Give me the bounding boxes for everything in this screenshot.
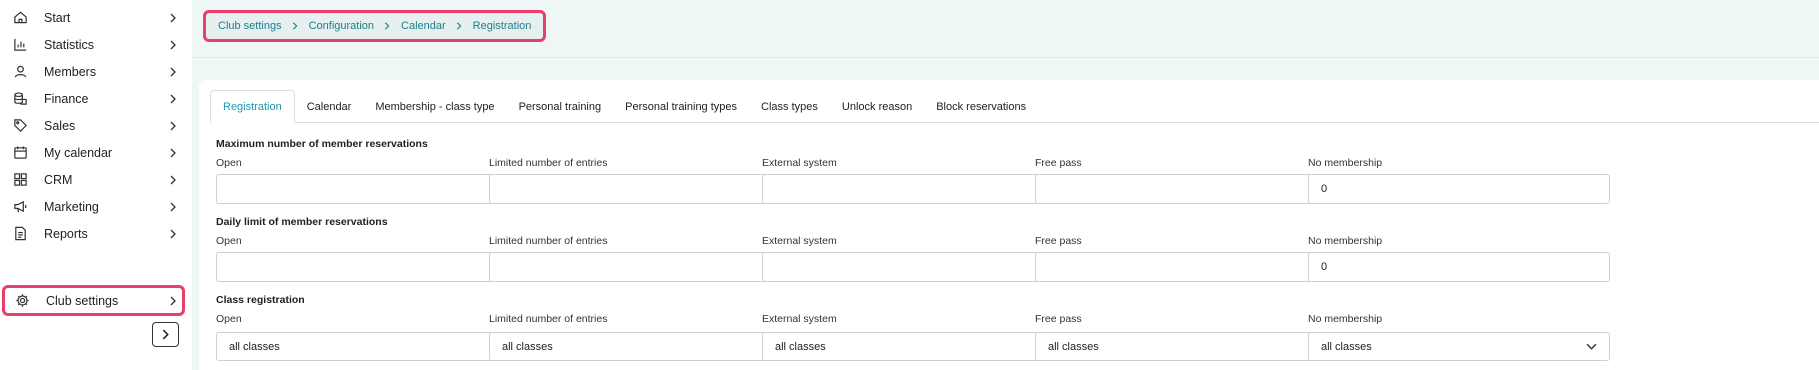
- chevron-right-icon: [168, 202, 178, 212]
- select-value: all classes: [229, 340, 280, 353]
- bar-chart-icon: [12, 37, 28, 53]
- class-registration-open-select[interactable]: all classes: [216, 332, 518, 361]
- breadcrumb-item[interactable]: Club settings: [218, 20, 282, 32]
- field-label: No membership: [1308, 313, 1383, 325]
- chevron-right-icon: [383, 22, 392, 31]
- tab-class-types[interactable]: Class types: [749, 90, 830, 123]
- class-registration-limited-select[interactable]: all classes: [489, 332, 791, 361]
- field-label: External system: [762, 235, 837, 247]
- daily-limit-external-input[interactable]: [762, 252, 1064, 282]
- field-label: No membership: [1308, 157, 1383, 169]
- daily-limit-free-pass-input[interactable]: [1035, 252, 1337, 282]
- chevron-down-icon: [1586, 341, 1597, 352]
- sidebar-item-label: My calendar: [44, 145, 113, 160]
- document-icon: [12, 226, 28, 242]
- chevron-right-icon: [162, 329, 169, 340]
- field-label: Limited number of entries: [489, 235, 608, 247]
- class-registration-external-select[interactable]: all classes: [762, 332, 1064, 361]
- chevron-right-icon: [168, 40, 178, 50]
- field-label: External system: [762, 157, 837, 169]
- max-reservations-external-input[interactable]: [762, 174, 1064, 204]
- max-reservations-open-input[interactable]: [216, 174, 518, 204]
- tab-membership-class-type[interactable]: Membership - class type: [363, 90, 506, 123]
- sidebar-item-label: Statistics: [44, 37, 95, 52]
- main-content: Club settings Configuration Calendar Reg…: [192, 0, 1819, 370]
- sidebar-item-label: Finance: [44, 91, 89, 106]
- max-reservations-limited-input[interactable]: [489, 174, 791, 204]
- select-value: all classes: [1048, 340, 1099, 353]
- sidebar-item-label: Start: [44, 10, 71, 25]
- field-label: Open: [216, 157, 242, 169]
- chevron-right-icon: [168, 148, 178, 158]
- select-value: all classes: [775, 340, 826, 353]
- select-value: all classes: [1321, 340, 1372, 353]
- field-label: Open: [216, 313, 242, 325]
- sidebar-item-label: CRM: [44, 172, 73, 187]
- chevron-right-icon: [455, 22, 464, 31]
- section-title: Daily limit of member reservations: [216, 216, 388, 228]
- tab-block-reservations[interactable]: Block reservations: [924, 90, 1038, 123]
- chevron-right-icon: [168, 175, 178, 185]
- tab-bar: Registration Calendar Membership - class…: [210, 90, 1038, 123]
- sidebar-item-club-settings[interactable]: Club settings: [2, 285, 185, 316]
- tag-icon: [12, 118, 28, 134]
- chevron-right-icon: [168, 67, 178, 77]
- chevron-right-icon: [168, 13, 178, 23]
- chevron-right-icon: [168, 296, 178, 306]
- field-label: External system: [762, 313, 837, 325]
- chevron-right-icon: [168, 121, 178, 131]
- chevron-right-icon: [291, 22, 300, 31]
- gear-icon: [14, 293, 30, 309]
- breadcrumb: Club settings Configuration Calendar Reg…: [203, 10, 547, 42]
- daily-limit-no-membership-input[interactable]: 0: [1308, 252, 1610, 282]
- field-label: Free pass: [1035, 235, 1082, 247]
- calendar-icon: [12, 145, 28, 161]
- field-label: Limited number of entries: [489, 157, 608, 169]
- field-label: Open: [216, 235, 242, 247]
- tab-personal-training-types[interactable]: Personal training types: [613, 90, 749, 123]
- section-title: Maximum number of member reservations: [216, 138, 428, 150]
- sidebar-item-label: Members: [44, 64, 97, 79]
- top-bar: Club settings Configuration Calendar Reg…: [192, 0, 1819, 58]
- daily-limit-open-input[interactable]: [216, 252, 518, 282]
- sidebar-item-label: Marketing: [44, 199, 99, 214]
- breadcrumb-item[interactable]: Calendar: [401, 20, 446, 32]
- section-title: Class registration: [216, 294, 305, 306]
- daily-limit-limited-input[interactable]: [489, 252, 791, 282]
- max-reservations-no-membership-input[interactable]: 0: [1308, 174, 1610, 204]
- sidebar-item-label: Reports: [44, 226, 88, 241]
- settings-panel: Registration Calendar Membership - class…: [199, 80, 1819, 370]
- sidebar-item-label: Sales: [44, 118, 76, 133]
- select-value: all classes: [502, 340, 553, 353]
- max-reservations-free-pass-input[interactable]: [1035, 174, 1337, 204]
- class-registration-no-membership-select[interactable]: all classes: [1308, 332, 1610, 361]
- field-label: No membership: [1308, 235, 1383, 247]
- field-label: Free pass: [1035, 313, 1082, 325]
- sidebar: Start Statistics Members Finance Sales M…: [0, 0, 190, 370]
- sidebar-item-label: Club settings: [46, 293, 119, 308]
- coins-icon: [12, 91, 28, 107]
- field-label: Free pass: [1035, 157, 1082, 169]
- user-icon: [12, 64, 28, 80]
- tab-unlock-reason[interactable]: Unlock reason: [830, 90, 924, 123]
- megaphone-icon: [12, 199, 28, 215]
- breadcrumb-item: Registration: [472, 20, 532, 32]
- tab-personal-training[interactable]: Personal training: [507, 90, 614, 123]
- collapse-sidebar-button[interactable]: [152, 322, 179, 347]
- chevron-right-icon: [168, 94, 178, 104]
- breadcrumb-item[interactable]: Configuration: [309, 20, 374, 32]
- class-registration-free-pass-select[interactable]: all classes: [1035, 332, 1337, 361]
- grid-icon: [12, 172, 28, 188]
- field-label: Limited number of entries: [489, 313, 608, 325]
- chevron-right-icon: [168, 229, 178, 239]
- home-icon: [12, 10, 28, 26]
- tab-registration[interactable]: Registration: [210, 90, 295, 123]
- sidebar-item-reports[interactable]: Reports: [0, 218, 186, 249]
- tab-calendar[interactable]: Calendar: [295, 90, 364, 123]
